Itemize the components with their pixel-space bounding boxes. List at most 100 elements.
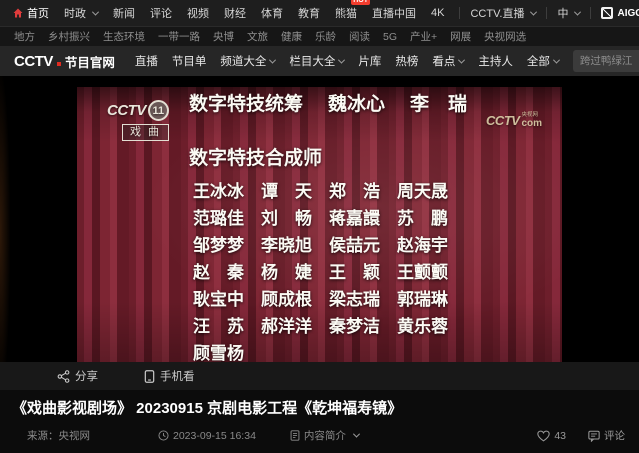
language-selector[interactable]: 中 bbox=[557, 5, 580, 21]
credit-name: 杨 婕 bbox=[261, 262, 327, 283]
credits-names-grid: 王冰冰谭 天郑 浩周天晟范璐佳刘 畅蒋嘉譞苏 鹏邹梦梦李晓旭侯喆元赵海宇赵 秦杨… bbox=[193, 181, 467, 362]
watermark-com: com bbox=[521, 119, 542, 129]
channel-nav-channels[interactable]: 频道大全 bbox=[220, 53, 275, 69]
nav-item-panda[interactable]: 熊猫 HOT bbox=[335, 5, 357, 21]
channel-nav-hotlist[interactable]: 热榜 bbox=[395, 53, 418, 69]
chevron-down-icon bbox=[574, 8, 581, 15]
credit-name: 汪 苏 bbox=[193, 316, 259, 337]
video-frame[interactable]: CCTV 11 戏曲 CCTV 央视网 com 数字特技统筹 魏冰心 李 瑞 数… bbox=[77, 87, 562, 362]
credit-name: 魏冰心 bbox=[328, 93, 385, 117]
subnav-item[interactable]: 生态环境 bbox=[103, 29, 145, 44]
subnav-item[interactable]: 央博 bbox=[213, 29, 234, 44]
credit-name: 郭瑞琳 bbox=[397, 289, 463, 310]
nav-item-sports[interactable]: 体育 bbox=[261, 5, 283, 21]
heart-icon bbox=[537, 430, 550, 442]
credit-role: 数字特技统筹 bbox=[189, 93, 303, 117]
subnav-item[interactable]: 5G bbox=[383, 31, 397, 43]
summary-toggle[interactable]: 内容简介 bbox=[290, 428, 359, 443]
channel-nav-library[interactable]: 片库 bbox=[358, 53, 381, 69]
nav-item-education[interactable]: 教育 bbox=[298, 5, 320, 21]
nav-item-live-china[interactable]: 直播中国 bbox=[372, 5, 416, 21]
secondary-nav: 地方乡村振兴生态环境一带一路央博文旅健康乐龄阅读 5G 产业+ 网展央视网选 bbox=[0, 26, 639, 46]
subnav-item[interactable]: 阅读 bbox=[349, 29, 370, 44]
channel-nav-live[interactable]: 直播 bbox=[135, 53, 158, 69]
nav-item-opinion[interactable]: 评论 bbox=[150, 5, 172, 21]
nav-item-label: 首页 bbox=[27, 5, 49, 21]
aigc-label: AIGC bbox=[617, 8, 639, 19]
meta-bar: 来源：央视网 2023-09-15 16:34 内容简介 43 评论 bbox=[12, 428, 627, 443]
credit-name: 李晓旭 bbox=[261, 235, 327, 256]
nav-item-4k[interactable]: 4K bbox=[431, 7, 444, 19]
credit-name: 蒋嘉譞 bbox=[329, 208, 395, 229]
search-group: 热榜 bbox=[573, 50, 639, 72]
cctv-com-watermark: CCTV 央视网 com bbox=[486, 113, 542, 129]
subnav-item[interactable]: 文旅 bbox=[247, 29, 268, 44]
program-site-nav: CCTV 节目官网 直播 节目单 频道大全 栏目大全 片库 热榜 看点 主持人 … bbox=[0, 46, 639, 76]
nav-item-politics[interactable]: 时政 bbox=[64, 5, 98, 21]
channel-nav-highlights[interactable]: 看点 bbox=[432, 53, 464, 69]
mobile-view-button[interactable]: 手机看 bbox=[144, 368, 195, 384]
credit-role-line: 数字特技统筹 魏冰心 李 瑞 bbox=[189, 93, 467, 117]
credit-name: 苏 鹏 bbox=[397, 208, 463, 229]
nav-item-label: 视频 bbox=[187, 5, 209, 21]
credit-name: 王 颖 bbox=[329, 262, 395, 283]
nav-item-label: 体育 bbox=[261, 5, 283, 21]
summary-label: 内容简介 bbox=[304, 428, 346, 443]
channel-nav-label: 直播 bbox=[135, 53, 158, 69]
top-nav: 首页 时政 新闻 评论 视频 财经 体育 教育 熊猫 HOT 直播中国 4K C… bbox=[0, 0, 639, 26]
subnav-item[interactable]: 乐龄 bbox=[315, 29, 336, 44]
aigc-entry[interactable]: AIGC bbox=[601, 7, 639, 19]
channel-nav-hosts[interactable]: 主持人 bbox=[478, 53, 513, 69]
credit-name: 黄乐蓉 bbox=[397, 316, 463, 337]
logo-suffix: 节目官网 bbox=[65, 52, 115, 71]
credit-name: 秦梦洁 bbox=[329, 316, 395, 337]
subnav-item[interactable]: 一带一路 bbox=[158, 29, 200, 44]
end-credits: 数字特技统筹 魏冰心 李 瑞 数字特技合成师 王冰冰谭 天郑 浩周天晟范璐佳刘 … bbox=[189, 93, 467, 362]
search-input[interactable] bbox=[580, 55, 639, 67]
subnav-item[interactable]: 产业+ bbox=[410, 29, 437, 44]
subnav-item[interactable]: 网展 bbox=[450, 29, 471, 44]
subnav-item[interactable]: 央视网选 bbox=[484, 29, 526, 44]
cctv11-logo-name: 戏曲 bbox=[122, 124, 169, 141]
meta-right: 43 评论 bbox=[537, 428, 625, 443]
credit-name: 王冰冰 bbox=[193, 181, 259, 202]
chevron-down-icon bbox=[269, 56, 276, 63]
document-icon bbox=[290, 430, 300, 441]
credit-name: 顾成根 bbox=[261, 289, 327, 310]
nav-item-label: 熊猫 bbox=[335, 5, 357, 21]
cctv-program-logo[interactable]: CCTV 节目官网 bbox=[14, 52, 115, 71]
nav-item-video[interactable]: 视频 bbox=[187, 5, 209, 21]
nav-item-label: 教育 bbox=[298, 5, 320, 21]
like-count: 43 bbox=[554, 430, 566, 442]
subnav-item[interactable]: 地方 bbox=[14, 29, 35, 44]
credit-role: 数字特技合成师 bbox=[189, 147, 467, 171]
nav-item-news[interactable]: 新闻 bbox=[113, 5, 135, 21]
credit-name: 谭 天 bbox=[261, 181, 327, 202]
nav-item-label: 评论 bbox=[150, 5, 172, 21]
nav-item-finance[interactable]: 财经 bbox=[224, 5, 246, 21]
channel-nav-schedule[interactable]: 节目单 bbox=[172, 53, 207, 69]
channel-nav-all[interactable]: 全部 bbox=[527, 53, 559, 69]
channel-nav-label: 全部 bbox=[527, 53, 550, 69]
share-button[interactable]: 分享 bbox=[57, 368, 98, 384]
divider bbox=[590, 7, 591, 19]
source-label: 来源：央视网 bbox=[27, 428, 90, 443]
chevron-down-icon bbox=[338, 56, 345, 63]
like-button[interactable]: 43 bbox=[537, 430, 566, 442]
nav-item-cctv-live[interactable]: CCTV.直播 bbox=[470, 5, 536, 21]
video-player[interactable]: CCTV 11 戏曲 CCTV 央视网 com 数字特技统筹 魏冰心 李 瑞 数… bbox=[0, 76, 639, 362]
chevron-down-icon bbox=[353, 431, 360, 438]
credit-name: 范璐佳 bbox=[193, 208, 259, 229]
channel-nav-columns[interactable]: 栏目大全 bbox=[289, 53, 344, 69]
comment-button[interactable]: 评论 bbox=[588, 428, 625, 443]
language-label: 中 bbox=[557, 5, 568, 21]
subnav-item[interactable]: 乡村振兴 bbox=[48, 29, 90, 44]
logo-red-dot bbox=[57, 62, 61, 66]
credit-name: 赵 秦 bbox=[193, 262, 259, 283]
subnav-item[interactable]: 健康 bbox=[281, 29, 302, 44]
clock-icon bbox=[158, 430, 169, 441]
chevron-down-icon bbox=[530, 8, 537, 15]
credit-name: 郝洋洋 bbox=[261, 316, 327, 337]
nav-item-home[interactable]: 首页 bbox=[12, 5, 49, 21]
credit-name: 侯喆元 bbox=[329, 235, 395, 256]
